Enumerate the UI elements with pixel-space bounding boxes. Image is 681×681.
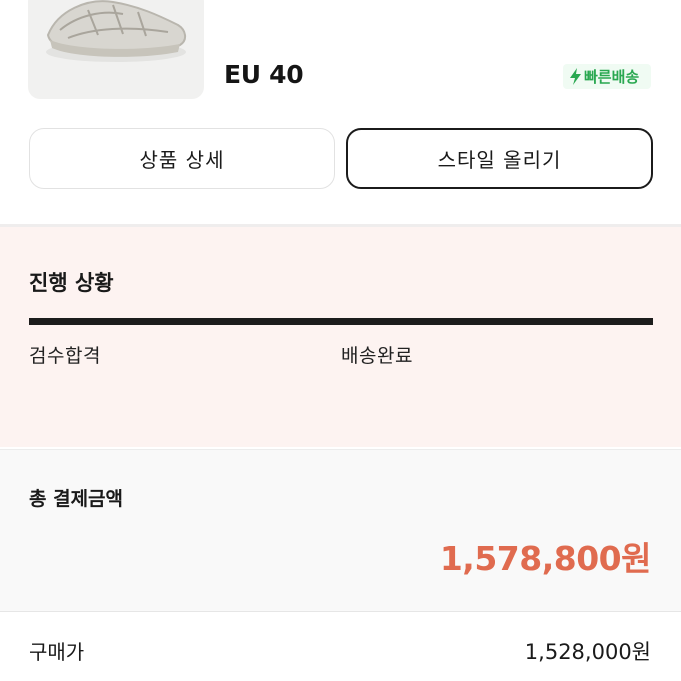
purchase-price-row: 구매가 1,528,000원 [0,636,681,666]
progress-step-delivered: 배송완료 [341,345,413,367]
fast-delivery-badge: 빠른배송 [563,64,651,89]
progress-bar [29,318,653,325]
purchase-price-label: 구매가 [29,640,85,664]
payment-section: 총 결제금액 1,578,800원 [0,449,681,612]
progress-step-inspection: 검수합격 [29,345,101,367]
fast-delivery-label: 빠른배송 [584,68,640,86]
product-detail-button[interactable]: 상품 상세 [29,128,335,189]
total-payment-label: 총 결제금액 [29,488,124,510]
progress-section: 진행 상황 검수합격 배송완료 [0,227,681,447]
product-thumbnail[interactable] [28,0,204,99]
product-size: EU 40 [224,60,304,89]
upload-style-button[interactable]: 스타일 올리기 [346,128,653,189]
total-payment-amount: 1,578,800원 [439,539,652,578]
purchase-price-value: 1,528,000원 [524,640,651,664]
product-name-clipped [232,0,652,6]
lightning-bolt-icon [570,68,581,85]
upload-style-label: 스타일 올리기 [437,148,562,172]
progress-title: 진행 상황 [29,271,114,295]
sneaker-image [46,0,186,62]
product-detail-label: 상품 상세 [139,148,225,172]
